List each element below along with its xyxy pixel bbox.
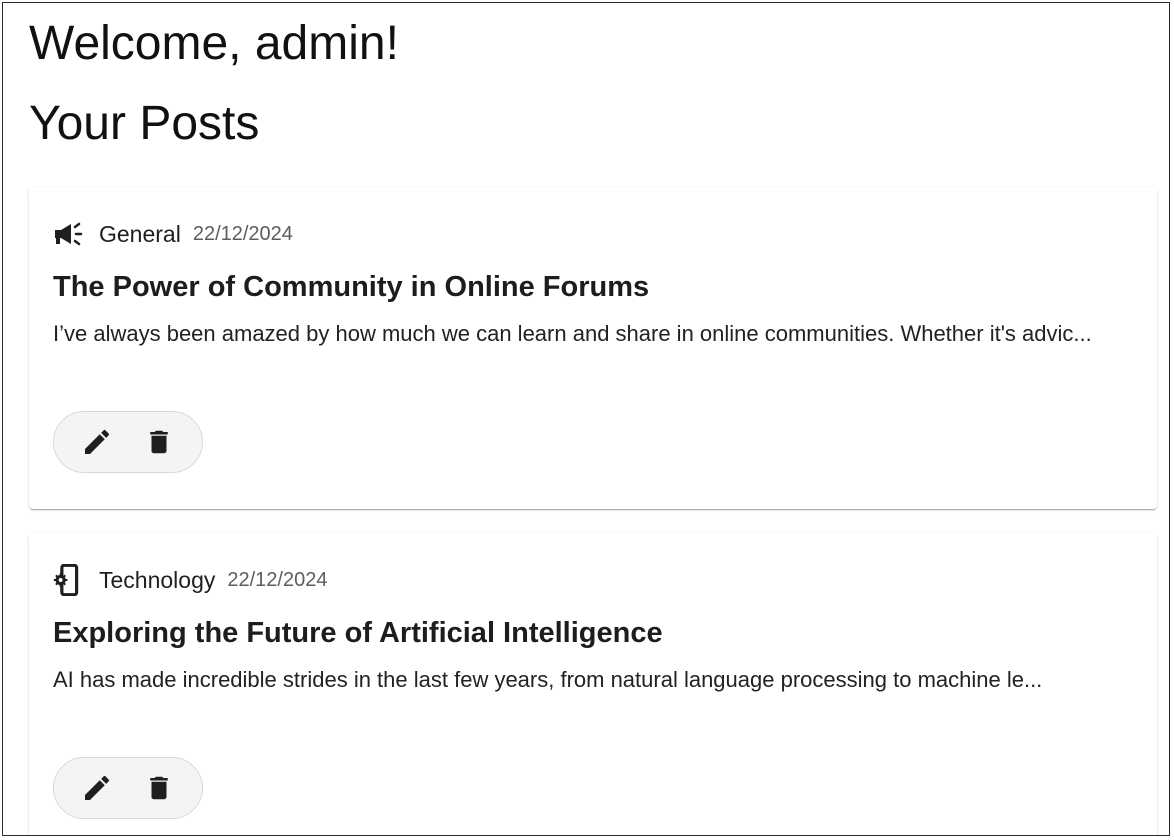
post-excerpt: AI has made incredible strides in the la…: [53, 667, 1043, 692]
post-excerpt: I’ve always been amazed by how much we c…: [53, 321, 1092, 346]
post-date: 22/12/2024: [227, 568, 328, 591]
delete-icon[interactable]: [142, 771, 176, 805]
post-card[interactable]: Technology 22/12/2024 Exploring the Futu…: [29, 533, 1157, 835]
post-category[interactable]: General: [99, 221, 181, 248]
post-actions: [53, 757, 203, 819]
post-title[interactable]: The Power of Community in Online Forums: [53, 271, 649, 304]
device-settings-icon: [53, 564, 85, 596]
post-meta: Technology 22/12/2024: [53, 564, 328, 596]
post-meta: General 22/12/2024: [53, 219, 293, 249]
post-title[interactable]: Exploring the Future of Artificial Intel…: [53, 617, 663, 650]
edit-icon[interactable]: [80, 771, 114, 805]
edit-icon[interactable]: [80, 425, 114, 459]
post-date: 22/12/2024: [192, 222, 293, 245]
section-title: Your Posts: [29, 97, 260, 150]
megaphone-icon: [53, 219, 85, 249]
page-frame: Welcome, admin! Your Posts General 22/12…: [2, 2, 1170, 836]
delete-icon[interactable]: [142, 425, 176, 459]
post-actions: [53, 411, 203, 473]
post-category[interactable]: Technology: [99, 567, 215, 594]
welcome-heading: Welcome, admin!: [29, 17, 399, 70]
post-card[interactable]: General 22/12/2024 The Power of Communit…: [29, 187, 1157, 509]
